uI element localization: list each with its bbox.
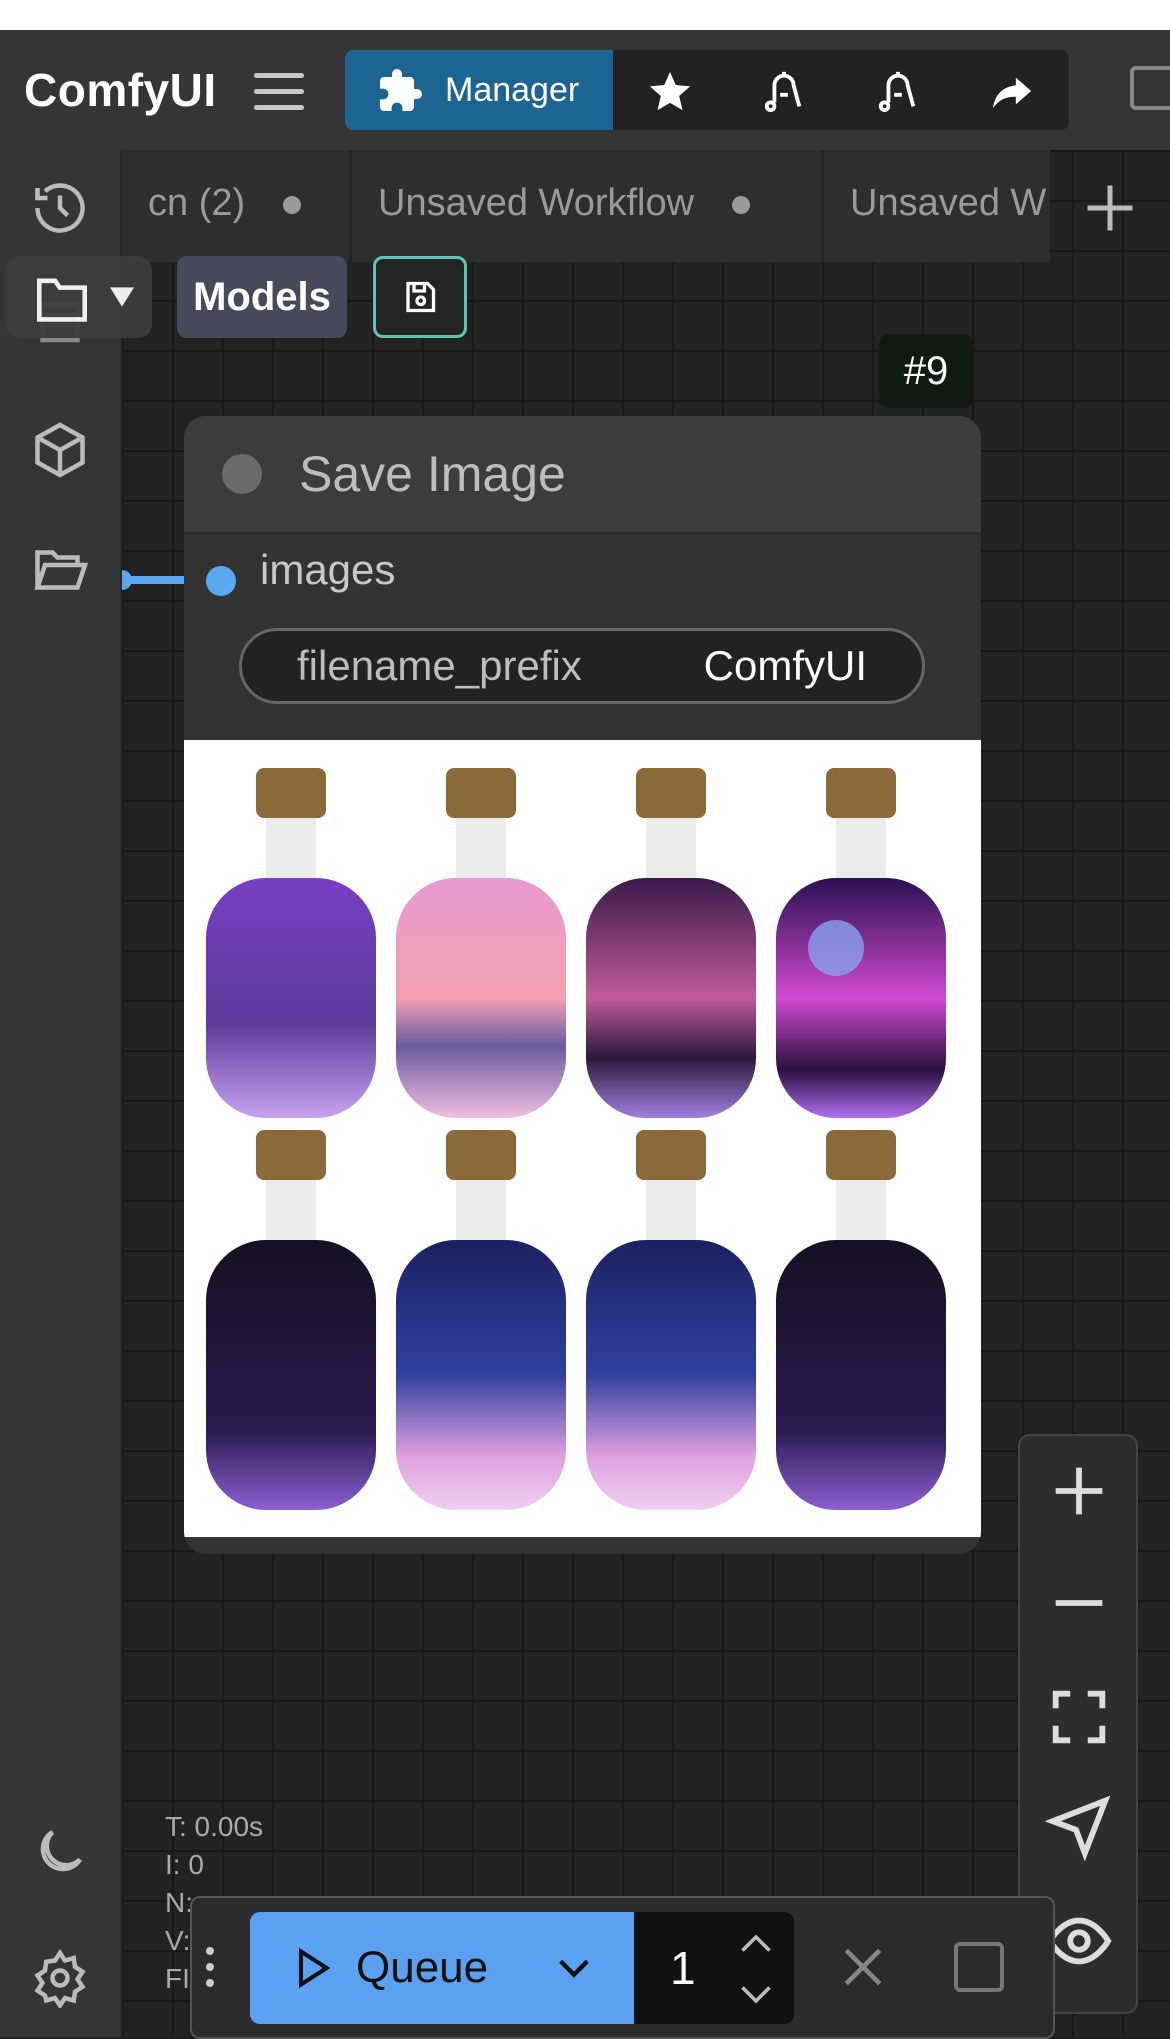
queue-action-bar: Queue 1 <box>190 1896 1055 2039</box>
caret-down-icon <box>110 287 134 307</box>
hamburger-menu-icon[interactable] <box>254 73 304 110</box>
tab-cn-2[interactable]: cn (2) <box>122 150 352 262</box>
panel-toggle-icon[interactable] <box>1130 66 1170 110</box>
input-slot-label: images <box>260 546 396 593</box>
manager-button[interactable]: Manager <box>345 50 613 130</box>
unsaved-dot-icon <box>732 195 751 214</box>
tab-unsaved-workflow[interactable]: Unsaved Workflow <box>352 150 824 262</box>
play-icon <box>298 1947 331 1989</box>
node-link[interactable] <box>122 562 186 598</box>
gear-icon[interactable] <box>30 1948 90 2008</box>
bottle-row-2 <box>206 1130 946 1510</box>
node-id-badge: #9 <box>879 334 973 408</box>
bottle-row-1 <box>206 768 946 1118</box>
stat-iterations: I: 0 <box>165 1849 204 1880</box>
models-button[interactable]: Models <box>177 256 347 338</box>
floppy-disk-icon <box>406 281 436 313</box>
share-icon <box>992 77 1032 109</box>
share-button[interactable] <box>955 50 1069 130</box>
queue-button[interactable]: Queue <box>250 1912 634 2024</box>
manager-label: Manager <box>445 71 580 109</box>
bell-sound-icon <box>764 71 802 112</box>
bottles-preview-image <box>206 768 946 1510</box>
input-slot-images[interactable]: images <box>184 534 981 614</box>
workflow-tabs: cn (2) Unsaved Workflow Unsaved W <box>122 150 1050 262</box>
notification-button[interactable] <box>727 50 841 130</box>
tab-label: Unsaved W <box>850 182 1047 224</box>
filename-prefix-widget[interactable]: filename_prefix ComfyUI <box>239 628 925 704</box>
app-logo: ComfyUI <box>24 64 217 116</box>
widget-value: ComfyUI <box>703 642 867 689</box>
zoom-in-icon[interactable] <box>1044 1456 1114 1526</box>
cancel-icon[interactable] <box>838 1942 888 1992</box>
image-preview[interactable] <box>184 740 981 1537</box>
save-button[interactable] <box>373 256 467 338</box>
add-tab-icon[interactable] <box>1080 178 1140 238</box>
moon-icon[interactable] <box>30 1822 90 1882</box>
star-button[interactable] <box>613 50 727 130</box>
widget-name: filename_prefix <box>297 642 582 689</box>
drag-handle-icon[interactable] <box>204 1942 216 1992</box>
folder-icon <box>37 278 87 322</box>
folder-open-icon[interactable] <box>30 540 90 600</box>
tab-label: cn (2) <box>148 182 246 224</box>
increment-icon[interactable] <box>738 1928 774 1958</box>
queue-label: Queue <box>356 1943 489 1992</box>
queue-count-stepper[interactable]: 1 <box>634 1912 794 2024</box>
cube-icon[interactable] <box>30 420 90 480</box>
node-title: Save Image <box>299 446 566 502</box>
left-sidebar <box>0 150 122 2037</box>
workflow-folder-dropdown[interactable] <box>6 256 152 338</box>
star-icon <box>649 71 691 111</box>
stop-button[interactable] <box>954 1942 1004 1992</box>
queue-count-value: 1 <box>670 1942 696 1994</box>
status-bar-strip <box>0 0 1170 30</box>
notification-button-2[interactable] <box>841 50 955 130</box>
tab-unsaved-w[interactable]: Unsaved W <box>824 150 1050 262</box>
zoom-out-icon[interactable] <box>1044 1568 1114 1638</box>
navigate-icon[interactable] <box>1044 1792 1114 1862</box>
tab-label: Unsaved Workflow <box>378 182 695 224</box>
node-header[interactable]: Save Image <box>184 416 981 535</box>
stat-time: T: 0.00s <box>165 1811 264 1842</box>
unsaved-dot-icon <box>283 195 302 214</box>
bell-sound-icon-2 <box>878 71 916 112</box>
save-image-node[interactable]: Save Image images filename_prefix ComfyU… <box>184 416 981 1554</box>
history-icon[interactable] <box>30 178 90 238</box>
chevron-down-icon[interactable] <box>552 1948 596 1988</box>
toolbar-button-group: Manager <box>345 50 1069 130</box>
input-slot-dot-icon[interactable] <box>206 566 236 596</box>
collapse-dot-icon[interactable] <box>222 454 262 494</box>
fit-view-icon[interactable] <box>1044 1682 1114 1752</box>
puzzle-icon <box>380 69 422 111</box>
decrement-icon[interactable] <box>738 1980 774 2010</box>
